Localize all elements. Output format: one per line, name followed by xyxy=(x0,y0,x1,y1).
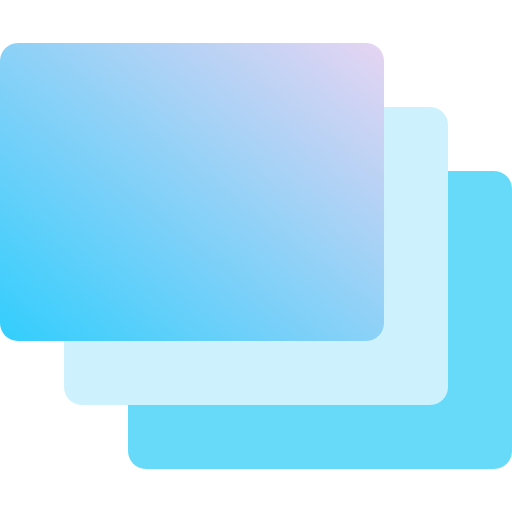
stacked-cards-icon xyxy=(0,0,512,512)
front-card xyxy=(0,43,384,341)
